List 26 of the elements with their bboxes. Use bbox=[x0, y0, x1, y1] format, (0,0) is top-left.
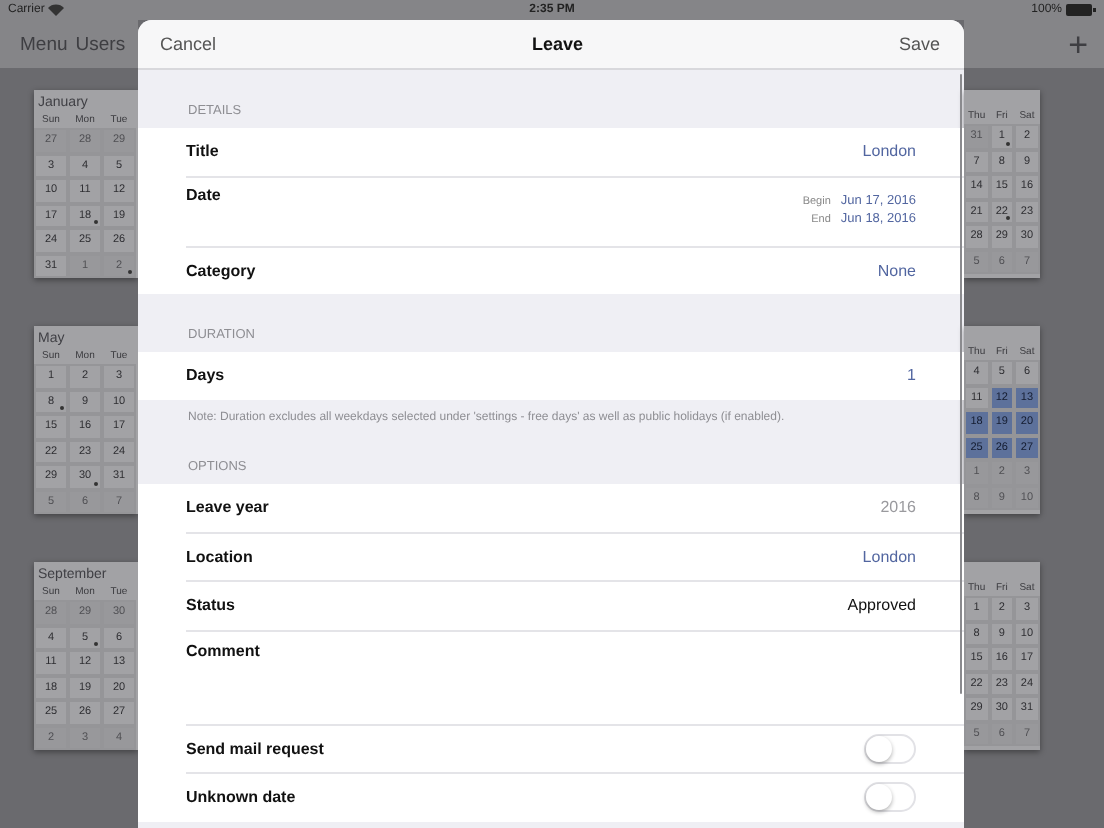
toggle-switch[interactable] bbox=[864, 733, 916, 764]
row-label: Send mail request bbox=[186, 739, 324, 758]
save-button[interactable]: Save bbox=[898, 34, 940, 54]
row-label: Date bbox=[186, 183, 221, 203]
row-label: Category bbox=[186, 261, 256, 280]
row-label: Days bbox=[186, 366, 225, 385]
row-label: Status bbox=[186, 596, 235, 615]
row-label: Title bbox=[186, 142, 219, 161]
row-value[interactable]: Approved bbox=[847, 596, 916, 615]
row-label: Location bbox=[186, 547, 253, 566]
row-value[interactable]: London bbox=[862, 547, 916, 566]
add-button[interactable]: + bbox=[1068, 27, 1088, 61]
nav-button[interactable]: Users bbox=[75, 33, 126, 55]
nav-button[interactable]: Menu bbox=[20, 33, 68, 55]
row-label: Comment bbox=[186, 639, 260, 660]
row-value: 2016 bbox=[880, 498, 916, 517]
toggle-switch[interactable] bbox=[864, 782, 916, 813]
cancel-button[interactable]: Cancel bbox=[160, 34, 217, 54]
row-value[interactable]: None bbox=[877, 261, 916, 280]
battery-icon bbox=[1066, 4, 1096, 16]
row-value[interactable]: London bbox=[862, 142, 916, 161]
row-label: Unknown date bbox=[186, 788, 296, 807]
row-value[interactable]: 1 bbox=[907, 366, 916, 385]
row-label: Leave year bbox=[186, 498, 269, 517]
sheet-title: Leave bbox=[531, 34, 584, 54]
wifi-icon bbox=[48, 4, 65, 16]
